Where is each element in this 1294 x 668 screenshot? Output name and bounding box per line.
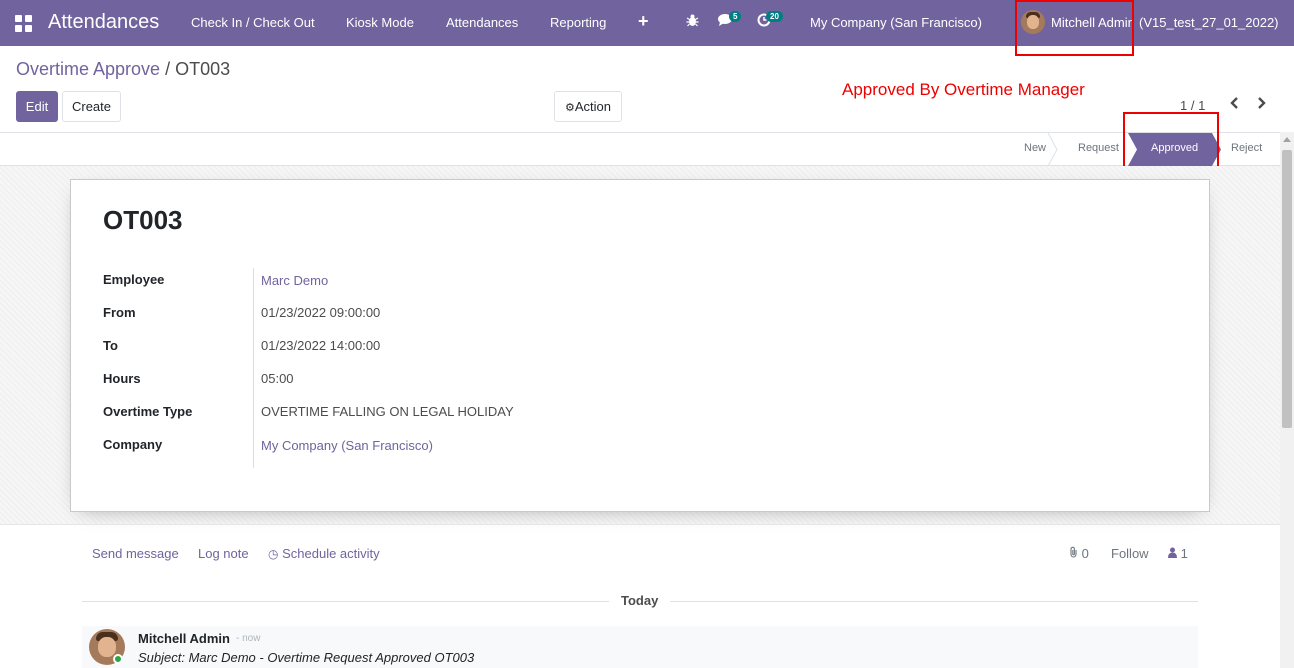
breadcrumb: Overtime Approve / OT003 [16,59,230,80]
plus-icon[interactable]: + [638,12,649,30]
menu-kiosk-mode[interactable]: Kiosk Mode [346,15,414,30]
record-title: OT003 [103,205,183,235]
message-date: - now [236,633,261,644]
followers-button[interactable]: 1 [1168,546,1188,561]
company-label: Company [103,437,163,452]
schedule-activity-label: Schedule activity [282,546,380,561]
from-label: From [103,305,136,320]
stage-new[interactable]: New [1024,142,1046,154]
to-label: To [103,338,118,353]
stage-request[interactable]: Request [1078,142,1119,154]
edit-button[interactable]: Edit [16,91,58,122]
stage-divider [1048,133,1058,166]
breadcrumb-current: OT003 [175,59,231,79]
action-button[interactable]: ⚙Action [554,91,622,122]
menu-reporting[interactable]: Reporting [550,15,606,30]
send-message-button[interactable]: Send message [92,546,179,561]
pager-previous-icon[interactable] [1229,96,1239,115]
employee-label: Employee [103,272,165,287]
follow-button[interactable]: Follow [1111,546,1149,561]
company-value[interactable]: My Company (San Francisco) [261,438,433,453]
highlight-box-user [1015,0,1134,56]
activities-count-badge: 20 [766,11,783,22]
app-title[interactable]: Attendances [48,11,159,34]
employee-value[interactable]: Marc Demo [261,273,328,288]
user-icon [1168,546,1181,561]
message-author[interactable]: Mitchell Admin [138,631,230,646]
chatter-divider [0,524,1280,525]
apps-menu-icon[interactable] [15,15,32,32]
overtime-type-label: Overtime Type [103,404,193,419]
log-note-button[interactable]: Log note [198,546,249,561]
pager-value[interactable]: 1 / 1 [1180,98,1205,113]
hours-value: 05:00 [261,371,294,386]
schedule-activity-button[interactable]: ◷ Schedule activity [268,546,380,561]
attachments-count: 0 [1081,546,1089,561]
attachments-button[interactable]: 0 [1069,546,1089,561]
overtime-type-value: OVERTIME FALLING ON LEGAL HOLIDAY [261,404,514,419]
page-scrollbar[interactable] [1280,132,1294,668]
scroll-up-arrow-icon[interactable] [1283,137,1291,142]
menu-check-in-check-out[interactable]: Check In / Check Out [191,15,315,30]
form-sheet: OT003 Employee Marc Demo From 01/23/2022… [70,179,1210,512]
field-divider [253,268,254,468]
hours-label: Hours [103,371,141,386]
company-switcher[interactable]: My Company (San Francisco) [810,15,982,30]
from-value: 01/23/2022 09:00:00 [261,305,381,320]
debug-bug-icon[interactable] [686,13,699,32]
chatter-message: Mitchell Admin - now Subject: Marc Demo … [82,626,1198,668]
breadcrumb-separator: / [165,59,171,79]
online-status-icon [113,654,123,664]
scrollbar-thumb[interactable] [1282,150,1292,428]
create-button[interactable]: Create [62,91,121,122]
date-separator-line-left [82,601,609,602]
date-separator-label: Today [621,593,659,608]
gear-icon: ⚙ [564,102,575,114]
clock-icon: ◷ [268,547,279,561]
to-value: 01/23/2022 14:00:00 [261,338,381,353]
breadcrumb-parent-link[interactable]: Overtime Approve [16,59,160,79]
status-bar: New Request Approved Reject [0,132,1280,166]
paperclip-icon [1069,546,1082,561]
messages-count-badge: 5 [729,11,742,22]
message-body: Subject: Marc Demo - Overtime Request Ap… [138,650,475,665]
action-button-label: Action [574,99,611,114]
date-separator-line-right [670,601,1198,602]
stage-reject[interactable]: Reject [1231,142,1262,154]
approval-annotation-text: Approved By Overtime Manager [842,80,1085,99]
followers-count: 1 [1180,546,1188,561]
menu-attendances[interactable]: Attendances [446,15,518,30]
database-name: (V15_test_27_01_2022) [1139,15,1279,30]
pager-next-icon[interactable] [1257,96,1267,115]
